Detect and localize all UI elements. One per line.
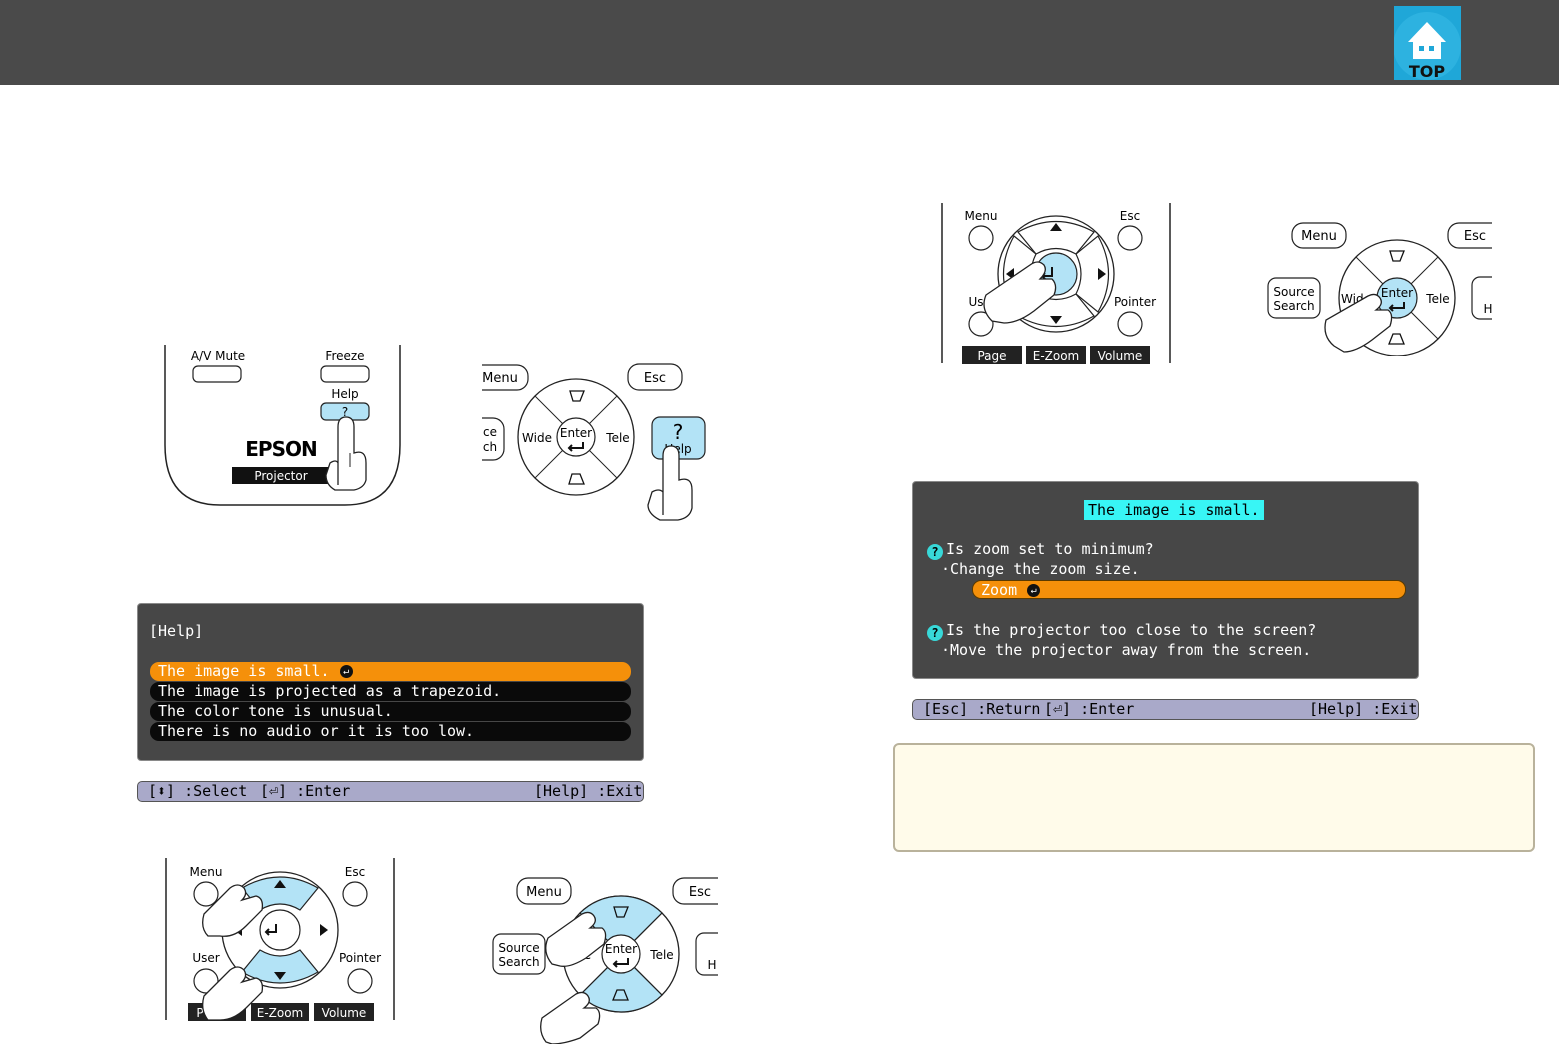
logo-text: TOP bbox=[1409, 62, 1446, 80]
page-label: Page bbox=[977, 349, 1006, 363]
menu-label: Menu bbox=[1301, 229, 1337, 244]
help-label: Help bbox=[331, 387, 358, 401]
enter-label: Enter bbox=[560, 426, 592, 440]
tele-label: Tele bbox=[1425, 292, 1449, 306]
note-box bbox=[893, 743, 1535, 852]
panel-help-illustration: Menu Esc ce ch Enter Wide Tele ? Help bbox=[482, 363, 706, 521]
help-menu-item[interactable]: The color tone is unusual. bbox=[150, 702, 631, 721]
source-label-1: Source bbox=[498, 941, 539, 955]
user-label: Us bbox=[968, 295, 983, 309]
zoom-label: Zoom bbox=[981, 581, 1018, 599]
panel-select-illustration: Menu Esc Source Search Enter ide Tele H bbox=[492, 877, 718, 1044]
pointer-button[interactable] bbox=[347, 968, 373, 994]
zoom-button[interactable]: Zoom ↵ bbox=[972, 580, 1406, 599]
esc-button[interactable] bbox=[342, 881, 368, 907]
menu-label: Menu bbox=[526, 885, 562, 900]
source-label-2: Search bbox=[498, 955, 539, 969]
source-label-1: Source bbox=[1273, 285, 1314, 299]
menu-button[interactable] bbox=[193, 881, 219, 907]
help-detail-guide-bar: [Esc] :Return [⏎] :Enter [Help] :Exit bbox=[912, 699, 1419, 720]
pointer-button[interactable] bbox=[1117, 311, 1143, 337]
source-label-2: ch bbox=[483, 440, 497, 454]
question-icon: ? bbox=[927, 625, 943, 641]
esc-label: Esc bbox=[644, 371, 666, 386]
question-1-text: Is zoom set to minimum? bbox=[946, 540, 1154, 558]
header-bar bbox=[0, 0, 1559, 85]
guide-return: [Esc] :Return bbox=[923, 700, 1041, 718]
user-label: User bbox=[192, 951, 219, 965]
help-menu-item[interactable]: The image is projected as a trapezoid. bbox=[150, 682, 631, 701]
tele-label: Tele bbox=[605, 431, 629, 445]
menu-button[interactable] bbox=[968, 225, 994, 251]
projector-label: Projector bbox=[254, 469, 307, 483]
freeze-button[interactable] bbox=[320, 365, 370, 383]
help-menu-guide-bar: [⬍] :Select [⏎] :Enter [Help] :Exit bbox=[137, 781, 644, 802]
enter-label: Enter bbox=[605, 942, 637, 956]
av-mute-button[interactable] bbox=[192, 365, 242, 383]
help-detail-panel: The image is small. ? Is zoom set to mini… bbox=[912, 481, 1419, 679]
pointer-label: Pointer bbox=[1114, 295, 1156, 309]
answer-1: ·Change the zoom size. bbox=[941, 560, 1140, 578]
guide-exit: [Help] :Exit bbox=[1309, 700, 1418, 718]
esc-label: Esc bbox=[1464, 229, 1486, 244]
help-menu-item-label: There is no audio or it is too low. bbox=[158, 722, 475, 740]
help-menu-item[interactable]: There is no audio or it is too low. bbox=[150, 722, 631, 741]
help-menu-item-label: The color tone is unusual. bbox=[158, 702, 393, 720]
remote-select-illustration: Menu Esc User Pointer P E-Zoom Volume bbox=[165, 858, 395, 1021]
help-menu-item[interactable]: The image is small. ↵ bbox=[150, 662, 631, 681]
help-menu-title: [Help] bbox=[149, 622, 204, 640]
question-2: ? Is the projector too close to the scree… bbox=[927, 621, 1316, 641]
help-symbol: ? bbox=[673, 420, 684, 444]
e-zoom-label: E-Zoom bbox=[1033, 349, 1080, 363]
guide-enter: [⏎] :Enter bbox=[1044, 700, 1135, 718]
epson-brand: EPSON bbox=[245, 437, 316, 461]
menu-label: Menu bbox=[965, 209, 998, 223]
question-1: ? Is zoom set to minimum? bbox=[927, 540, 1154, 560]
menu-label: Menu bbox=[190, 865, 223, 879]
remote-help-illustration: A/V Mute Freeze Help ? EPSON Projector bbox=[164, 345, 401, 506]
enter-icon: ↵ bbox=[339, 665, 353, 678]
volume-label: Volume bbox=[322, 1006, 367, 1020]
guide-exit: [Help] :Exit bbox=[534, 782, 643, 800]
menu-label: Menu bbox=[482, 371, 518, 386]
esc-label: Esc bbox=[689, 885, 711, 900]
help-menu-item-label: The image is projected as a trapezoid. bbox=[158, 682, 502, 700]
enter-icon: ↵ bbox=[1027, 584, 1041, 597]
help-menu-item-label: The image is small. bbox=[158, 662, 330, 680]
help-label: H bbox=[707, 958, 716, 972]
panel-enter-illustration: Menu Esc Source Search Enter Wide Tele H bbox=[1267, 222, 1492, 356]
pressing-hand-icon bbox=[325, 416, 367, 491]
home-icon: TOP bbox=[1393, 6, 1461, 81]
esc-label: Esc bbox=[345, 865, 365, 879]
e-zoom-label: E-Zoom bbox=[257, 1006, 304, 1020]
help-label: H bbox=[1483, 302, 1492, 316]
wide-label: Wide bbox=[522, 431, 552, 445]
question-icon: ? bbox=[927, 544, 943, 560]
tele-label: Tele bbox=[649, 948, 673, 962]
esc-label: Esc bbox=[1120, 209, 1140, 223]
question-2-text: Is the projector too close to the screen… bbox=[946, 621, 1317, 639]
help-menu-panel: [Help] The image is small. ↵ The image is… bbox=[137, 603, 644, 761]
enter-button[interactable] bbox=[259, 909, 301, 951]
remote-enter-illustration: Menu Esc Us Pointer Page E-Zoom Volume bbox=[941, 203, 1171, 364]
top-link[interactable]: TOP bbox=[1393, 6, 1461, 81]
volume-label: Volume bbox=[1098, 349, 1143, 363]
pointer-label: Pointer bbox=[339, 951, 381, 965]
av-mute-label: A/V Mute bbox=[191, 349, 245, 363]
guide-enter: [⏎] :Enter bbox=[260, 782, 351, 800]
answer-2: ·Move the projector away from the screen… bbox=[941, 641, 1312, 659]
help-detail-title: The image is small. bbox=[1084, 500, 1264, 520]
source-label-2: Search bbox=[1273, 299, 1314, 313]
source-label-1: ce bbox=[483, 425, 497, 439]
esc-button[interactable] bbox=[1117, 225, 1143, 251]
enter-label: Enter bbox=[1381, 286, 1413, 300]
freeze-label: Freeze bbox=[325, 349, 364, 363]
guide-select: [⬍] :Select bbox=[148, 782, 248, 800]
